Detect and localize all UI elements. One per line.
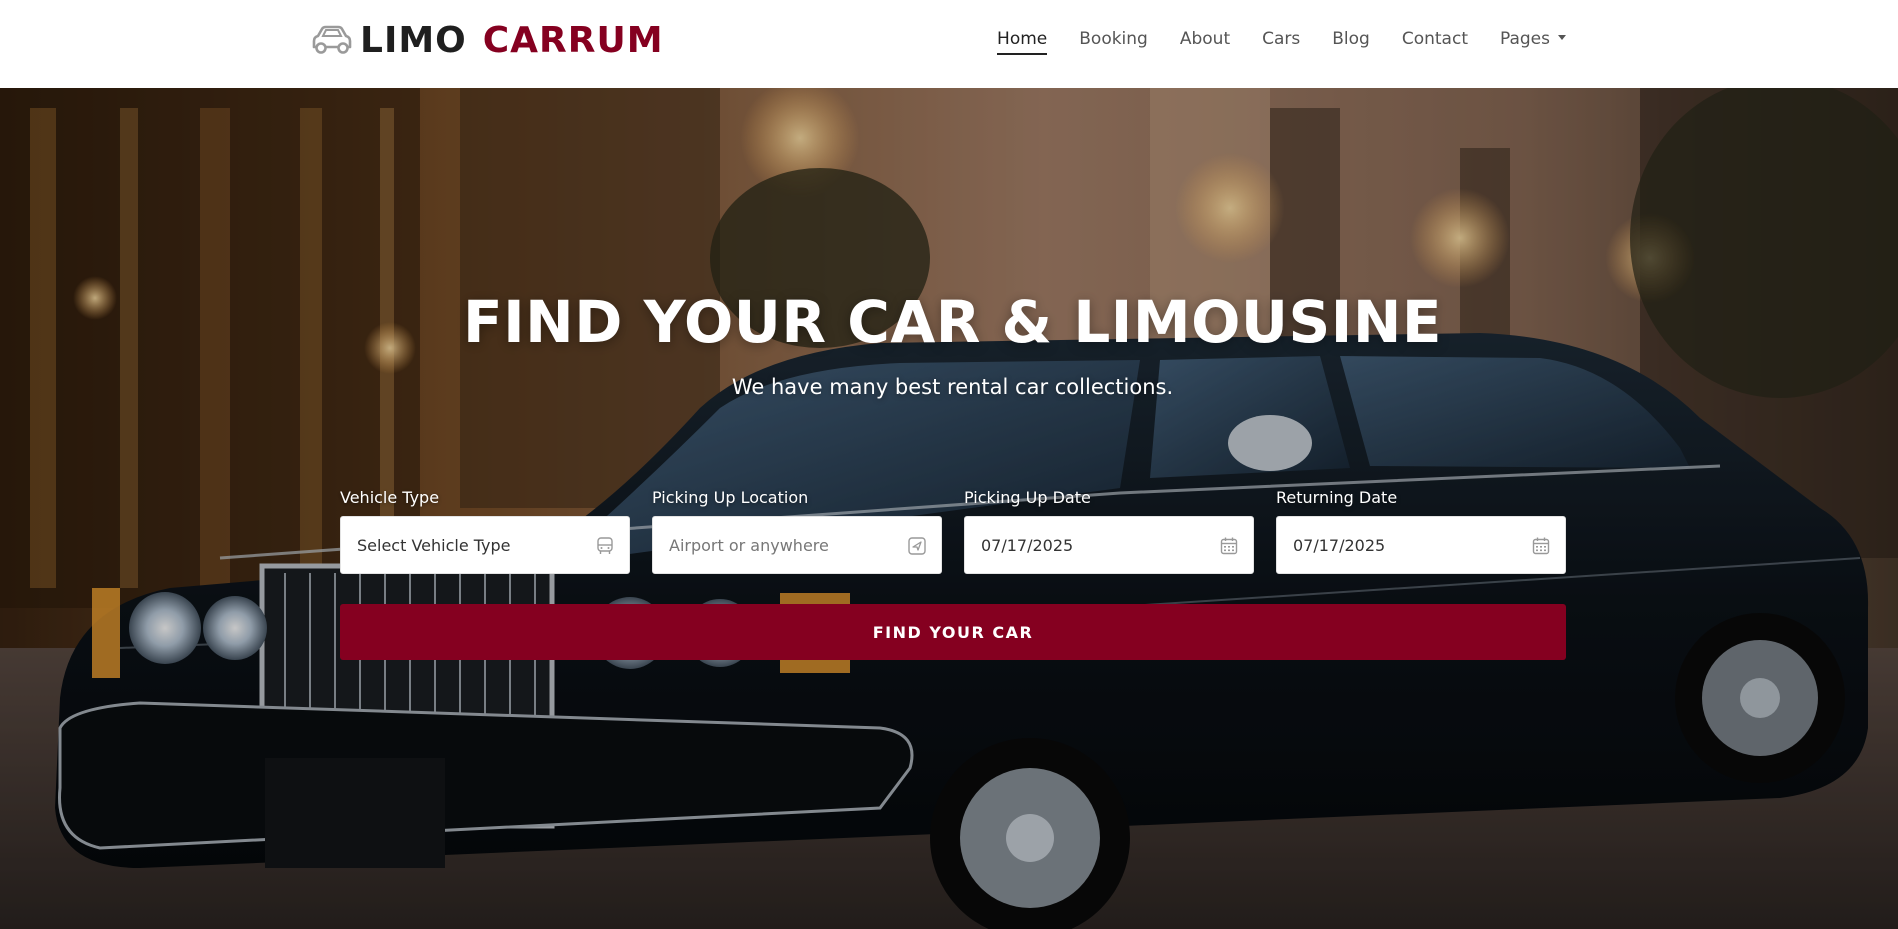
nav-home[interactable]: Home xyxy=(997,29,1048,55)
find-your-car-button[interactable]: FIND YOUR CAR xyxy=(340,604,1566,660)
return-date-label: Returning Date xyxy=(1276,488,1398,507)
return-date-input[interactable] xyxy=(1277,517,1565,573)
nav-about[interactable]: About xyxy=(1180,29,1230,49)
pickup-location-field: Picking Up Location xyxy=(652,488,942,574)
send-icon xyxy=(908,537,926,555)
hero-background-image xyxy=(0,88,1898,929)
hero-section: FIND YOUR CAR & LIMOUSINE We have many b… xyxy=(0,88,1898,929)
nav-booking[interactable]: Booking xyxy=(1079,29,1148,49)
site-header: LIMO CARRUM Home Booking About Cars Blog… xyxy=(0,0,1898,88)
vehicle-type-select-box[interactable] xyxy=(340,516,630,574)
calendar-icon xyxy=(1532,537,1550,555)
pickup-date-box[interactable] xyxy=(964,516,1254,574)
brand-name-primary: LIMO xyxy=(360,19,467,61)
car-icon xyxy=(312,25,352,54)
nav-pages-label: Pages xyxy=(1499,29,1550,49)
return-date-box[interactable] xyxy=(1276,516,1566,574)
caret-down-icon xyxy=(1558,35,1566,40)
return-date-field: Returning Date xyxy=(1276,488,1566,574)
nav-contact[interactable]: Contact xyxy=(1402,29,1468,49)
pickup-location-input[interactable] xyxy=(653,517,941,573)
vehicle-type-label: Vehicle Type xyxy=(340,488,440,507)
main-nav: Home Booking About Cars Blog Contact Pag… xyxy=(997,0,1566,78)
nav-blog[interactable]: Blog xyxy=(1332,29,1370,49)
pickup-date-label: Picking Up Date xyxy=(964,488,1091,507)
pickup-location-label: Picking Up Location xyxy=(652,488,809,507)
hero-subtitle: We have many best rental car collections… xyxy=(731,375,1174,399)
pickup-date-field: Picking Up Date xyxy=(964,488,1254,574)
hero-title: FIND YOUR CAR & LIMOUSINE xyxy=(462,288,1442,356)
nav-pages-dropdown[interactable]: Pages xyxy=(1500,29,1566,49)
brand-logo[interactable]: LIMO CARRUM xyxy=(308,18,664,62)
vehicle-type-select[interactable] xyxy=(341,517,629,573)
calendar-icon xyxy=(1220,537,1238,555)
nav-cars[interactable]: Cars xyxy=(1262,29,1300,49)
brand-name-accent: CARRUM xyxy=(482,19,664,61)
vehicle-type-field: Vehicle Type xyxy=(340,488,630,574)
bus-icon xyxy=(597,537,613,554)
pickup-date-input[interactable] xyxy=(965,517,1253,573)
pickup-location-box[interactable] xyxy=(652,516,942,574)
